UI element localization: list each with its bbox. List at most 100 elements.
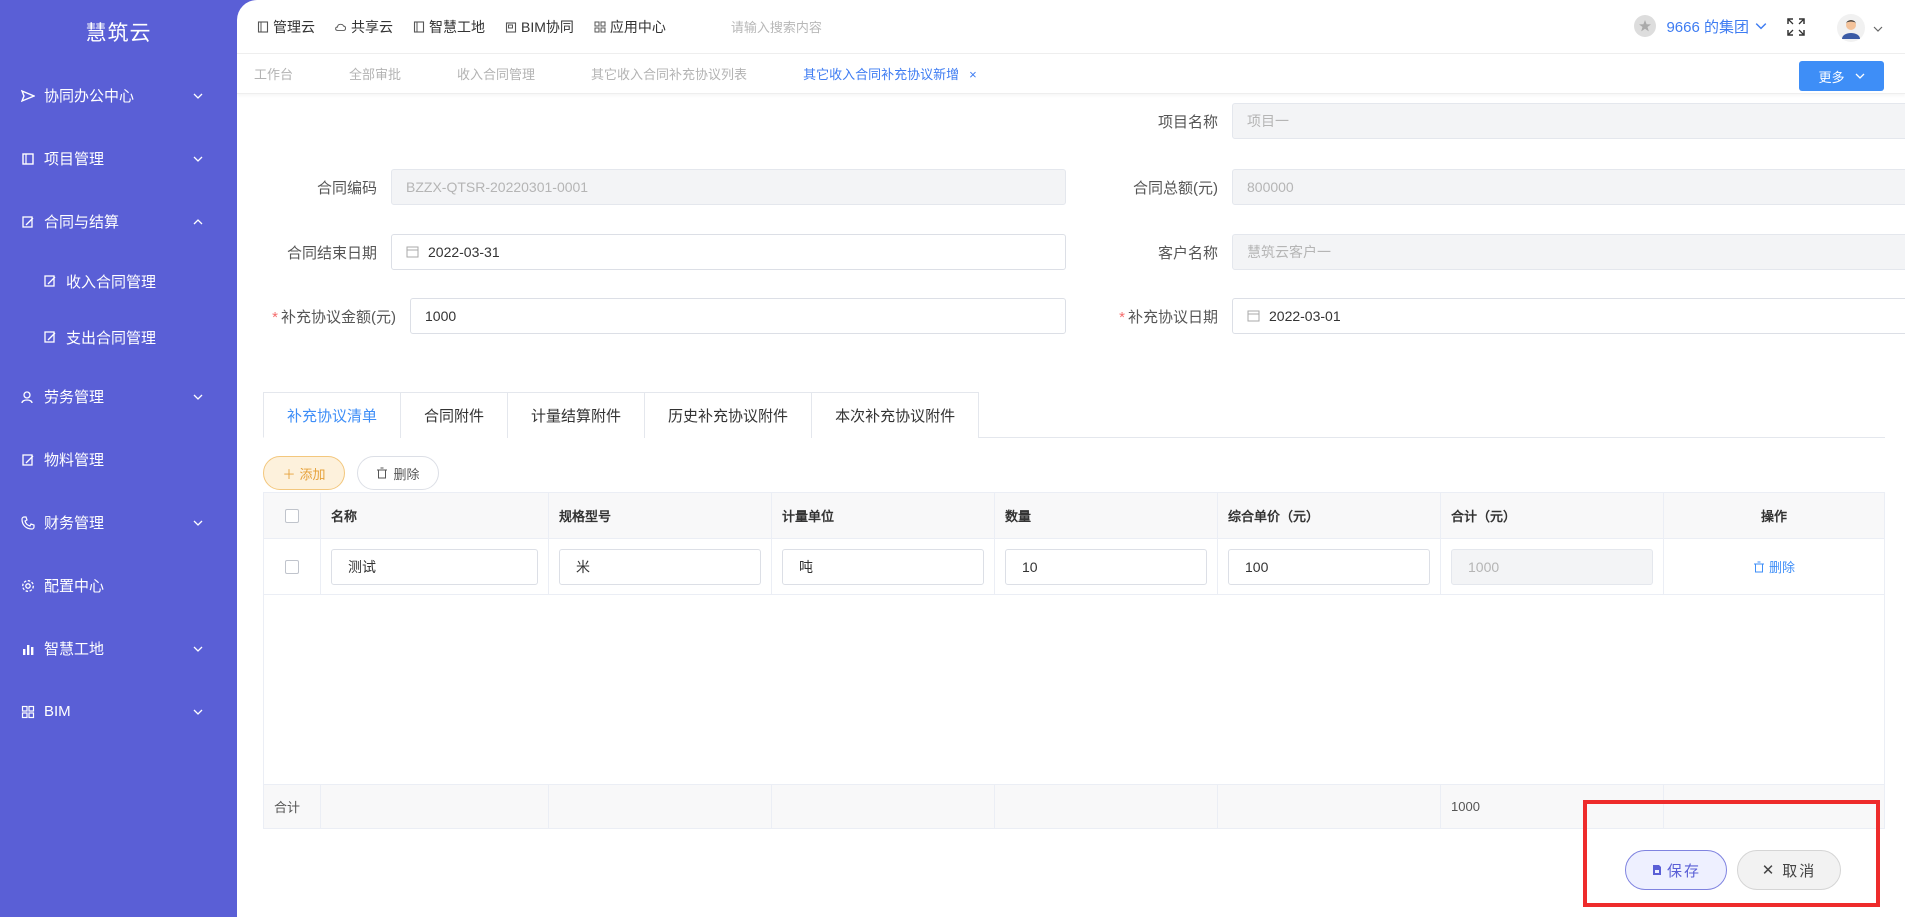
sidebar-item-label: 智慧工地 [44, 641, 105, 658]
topnav-label: 应用中心 [609, 18, 666, 35]
table-empty-area [264, 595, 1884, 785]
gear-icon [20, 578, 36, 594]
chevron-down-icon [193, 520, 203, 526]
close-icon[interactable]: × [969, 67, 977, 82]
table-row: 测试 米 吨 10 100 1000 删除 [264, 539, 1884, 595]
sidebar-item-smart-site[interactable]: 智慧工地 [0, 617, 237, 680]
topnav-smart-site[interactable]: 智慧工地 [413, 17, 485, 37]
project-name-field[interactable]: 项目一 [1232, 103, 1905, 139]
add-button[interactable]: ＋添加 [263, 456, 345, 490]
sidebar-item-collab[interactable]: 协同办公中心 [0, 64, 237, 127]
topnav-management[interactable]: 管理云 [257, 17, 315, 37]
sidebar-item-label: 物料管理 [44, 452, 105, 469]
supp-date-field[interactable]: 2022-03-01 [1232, 298, 1905, 334]
topnav-share[interactable]: 共享云 [335, 17, 393, 37]
app-logo: 慧筑云 [85, 22, 152, 45]
tab-all-approvals[interactable]: 全部审批 [349, 64, 401, 83]
topnav-app-center[interactable]: 应用中心 [594, 17, 666, 37]
topnav-label: 共享云 [351, 18, 393, 35]
grid-icon [594, 21, 606, 33]
sidebar-item-bim[interactable]: BIM [0, 680, 237, 743]
chevron-down-icon [193, 646, 203, 652]
header-qty: 数量 [995, 493, 1218, 538]
tab-supplement-new[interactable]: 其它收入合同补充协议新增 × [803, 64, 977, 83]
plus-icon: ＋ [282, 466, 296, 482]
required-mark: * [1119, 308, 1125, 326]
contract-end-date-field[interactable]: 2022-03-31 [391, 234, 1066, 270]
contract-end-value: 2022-03-31 [428, 244, 500, 260]
header-op: 操作 [1760, 509, 1787, 524]
tab-contract-attachment[interactable]: 合同附件 [400, 392, 509, 438]
more-label: 更多 [1818, 69, 1845, 85]
fullscreen-icon[interactable] [1787, 18, 1805, 36]
tab-supplement-items[interactable]: 补充协议清单 [263, 392, 402, 438]
required-mark: * [272, 308, 278, 326]
more-button[interactable]: 更多 [1799, 61, 1884, 91]
book-icon [20, 151, 36, 167]
supp-date-row: * 补充协议日期 2022-03-01 [1117, 298, 1905, 334]
table-footer: 合计 1000 [264, 785, 1884, 828]
sidebar-subitem-income-contract[interactable]: 收入合同管理 [0, 253, 237, 309]
unit-input[interactable]: 吨 [782, 548, 984, 585]
chevron-down-icon[interactable] [1873, 24, 1883, 34]
contract-end-label: 合同结束日期 [286, 244, 377, 262]
supp-amount-label-text: 补充协议金额(元) [281, 308, 396, 326]
chevron-down-icon [193, 709, 203, 715]
topnav-label: 智慧工地 [429, 18, 485, 35]
chevron-down-icon [1855, 73, 1864, 79]
bar-chart-icon [20, 641, 36, 657]
contract-code-field[interactable]: BZZX-QTSR-20220301-0001 [391, 169, 1066, 205]
sidebar-item-material[interactable]: 物料管理 [0, 428, 237, 491]
sidebar-item-contract[interactable]: 合同与结算 [0, 190, 237, 253]
tab-history-supplement[interactable]: 历史补充协议附件 [644, 392, 813, 438]
contract-total-field[interactable]: 800000 [1232, 169, 1905, 205]
avatar[interactable] [1837, 14, 1865, 42]
topnav-bim[interactable]: BIM协同 [505, 17, 574, 37]
name-input[interactable]: 测试 [331, 548, 538, 585]
edit-doc-icon [20, 214, 36, 230]
supp-amount-field[interactable]: 1000 [410, 298, 1066, 334]
tab-income-contract[interactable]: 收入合同管理 [457, 64, 535, 83]
sidebar-subitem-expense-contract[interactable]: 支出合同管理 [0, 309, 237, 365]
send-icon [20, 88, 36, 104]
customer-field[interactable]: 慧筑云客户一 [1232, 234, 1905, 270]
calendar-icon [1247, 309, 1261, 323]
tab-supplement-list[interactable]: 其它收入合同补充协议列表 [591, 64, 747, 83]
tab-measure-attachment[interactable]: 计量结算附件 [507, 392, 646, 438]
sidebar-item-labor[interactable]: 劳务管理 [0, 365, 237, 428]
row-checkbox[interactable] [285, 559, 299, 574]
supp-date-value: 2022-03-01 [1269, 308, 1341, 324]
header-spec: 规格型号 [549, 493, 772, 538]
sidebar-item-finance[interactable]: 财务管理 [0, 491, 237, 554]
sidebar-item-label: 财务管理 [44, 515, 105, 532]
project-name-row: 项目名称 项目一 [1117, 103, 1905, 139]
edit-doc-icon [20, 452, 36, 468]
row-delete-button[interactable]: 删除 [1753, 557, 1795, 576]
supplement-items-table: 名称 规格型号 计量单位 数量 综合单价（元） 合计（元） 操作 测试 米 吨 … [263, 492, 1885, 829]
tab-workbench[interactable]: 工作台 [254, 64, 293, 83]
chevron-down-icon [1755, 23, 1767, 30]
save-label: 保存 [1666, 862, 1701, 880]
header-unit: 计量单位 [772, 493, 995, 538]
supp-amount-row: * 补充协议金额(元) 1000 [237, 298, 1066, 334]
save-button[interactable]: 保存 [1625, 850, 1727, 890]
sidebar-item-config[interactable]: 配置中心 [0, 554, 237, 617]
search-input[interactable]: 请输入搜索内容 [731, 17, 1031, 36]
header-price: 综合单价（元） [1218, 493, 1441, 538]
sidebar-item-label: BIM [44, 703, 71, 720]
delete-button[interactable]: 删除 [357, 456, 439, 490]
edit-doc-icon [42, 329, 58, 345]
sidebar-item-label: 配置中心 [44, 578, 105, 595]
org-selector[interactable]: 9666 的集团 [1634, 15, 1767, 37]
sidebar-item-project[interactable]: 项目管理 [0, 127, 237, 190]
select-all-checkbox[interactable] [285, 508, 299, 523]
qty-input[interactable]: 10 [1005, 548, 1207, 585]
phone-icon [20, 515, 36, 531]
cancel-button[interactable]: ✕ 取消 [1737, 850, 1841, 890]
tab-current-supplement[interactable]: 本次补充协议附件 [811, 392, 980, 438]
price-input[interactable]: 100 [1228, 548, 1430, 585]
spec-input[interactable]: 米 [559, 548, 761, 585]
customer-row: 客户名称 慧筑云客户一 [1117, 234, 1905, 270]
user-icon [20, 389, 36, 405]
header-name: 名称 [321, 493, 549, 538]
